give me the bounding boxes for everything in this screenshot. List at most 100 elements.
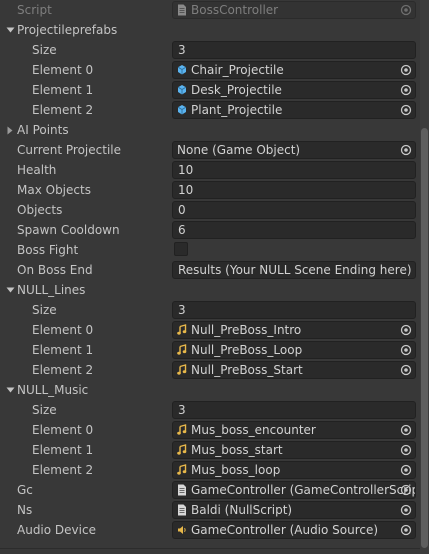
- script-file-icon: [177, 502, 189, 518]
- object-field-value: Baldi (NullScript): [191, 503, 293, 517]
- object-picker-icon[interactable]: [400, 324, 412, 336]
- projectile-prefabs-header[interactable]: Projectileprefabs: [0, 20, 420, 40]
- object-field[interactable]: Mus_boss_loop: [172, 461, 416, 479]
- object-field-value: Null_PreBoss_Loop: [191, 343, 303, 357]
- object-field[interactable]: Null_PreBoss_Intro: [172, 321, 416, 339]
- ns-row: Ns Baldi (NullScript): [0, 500, 420, 520]
- object-picker-icon[interactable]: [400, 144, 412, 156]
- objects-row: Objects 0: [0, 200, 420, 220]
- section-divider: [0, 548, 420, 549]
- gc-field[interactable]: GameController (GameControllerScript): [172, 481, 416, 499]
- object-field[interactable]: Plant_Projectile: [172, 101, 416, 119]
- object-picker-icon[interactable]: [400, 344, 412, 356]
- ai-points-label: AI Points: [17, 123, 69, 137]
- objects-input[interactable]: 0: [172, 201, 416, 219]
- ns-field[interactable]: Baldi (NullScript): [172, 501, 416, 519]
- object-field[interactable]: Null_PreBoss_Start: [172, 361, 416, 379]
- ai-points-header[interactable]: AI Points: [0, 120, 420, 140]
- null-lines-label: NULL_Lines: [17, 283, 86, 297]
- projectile-prefabs-size-row: Size 3: [0, 40, 420, 60]
- null-lines-element-2: Element 2 Null_PreBoss_Start: [0, 360, 420, 380]
- boss-fight-checkbox[interactable]: [174, 242, 188, 256]
- health-label: Health: [17, 163, 57, 177]
- null-music-size-input[interactable]: 3: [172, 401, 416, 419]
- vertical-scrollbar[interactable]: [420, 0, 429, 554]
- audio-device-row: Audio Device GameController (Audio Sourc…: [0, 520, 420, 540]
- object-field[interactable]: Chair_Projectile: [172, 61, 416, 79]
- object-picker-icon[interactable]: [400, 444, 412, 456]
- script-label: Script: [17, 3, 52, 17]
- object-field-value: Mus_boss_start: [191, 443, 283, 457]
- audio-device-label: Audio Device: [17, 523, 96, 537]
- object-picker-icon[interactable]: [400, 64, 412, 76]
- max-objects-row: Max Objects 10: [0, 180, 420, 200]
- health-input[interactable]: 10: [172, 161, 416, 179]
- spawn-cooldown-input[interactable]: 6: [172, 221, 416, 239]
- element-label: Element 2: [32, 103, 94, 117]
- speaker-icon: [177, 522, 189, 538]
- object-picker-icon[interactable]: [400, 104, 412, 116]
- projectile-prefabs-label: Projectileprefabs: [17, 23, 118, 37]
- foldout-expanded-icon[interactable]: [5, 380, 15, 400]
- audio-device-field[interactable]: GameController (Audio Source): [172, 521, 416, 539]
- script-file-icon: [177, 482, 189, 498]
- audio-clip-icon: [177, 462, 189, 478]
- object-field-value: Mus_boss_loop: [191, 463, 281, 477]
- max-objects-label: Max Objects: [17, 183, 91, 197]
- audio-clip-icon: [177, 442, 189, 458]
- prefab-cube-icon: [177, 62, 189, 78]
- projectile-prefabs-element-1: Element 1 Desk_Projectile: [0, 80, 420, 100]
- object-picker-icon[interactable]: [400, 424, 412, 436]
- element-label: Element 2: [32, 363, 94, 377]
- null-lines-size-input[interactable]: 3: [172, 301, 416, 319]
- object-field-value: GameController (Audio Source): [191, 523, 379, 537]
- null-music-element-0: Element 0 Mus_boss_encounter: [0, 420, 420, 440]
- audio-clip-icon: [177, 362, 189, 378]
- null-lines-size-row: Size 3: [0, 300, 420, 320]
- gc-row: Gc GameController (GameControllerScript): [0, 480, 420, 500]
- null-lines-header[interactable]: NULL_Lines: [0, 280, 420, 300]
- projectile-prefabs-element-0: Element 0 Chair_Projectile: [0, 60, 420, 80]
- boss-fight-row: Boss Fight: [0, 240, 420, 260]
- object-picker-icon[interactable]: [400, 484, 412, 496]
- health-row: Health 10: [0, 160, 420, 180]
- foldout-expanded-icon[interactable]: [5, 20, 15, 40]
- null-music-element-2: Element 2 Mus_boss_loop: [0, 460, 420, 480]
- foldout-collapsed-icon[interactable]: [5, 120, 15, 140]
- object-picker-icon[interactable]: [400, 524, 412, 536]
- max-objects-input[interactable]: 10: [172, 181, 416, 199]
- current-projectile-label: Current Projectile: [17, 143, 121, 157]
- scrollbar-thumb[interactable]: [421, 128, 428, 548]
- inspector-panel: Script BossController Projectileprefabs …: [0, 0, 420, 554]
- boss-fight-label: Boss Fight: [17, 243, 79, 257]
- size-label: Size: [32, 303, 57, 317]
- object-picker-icon[interactable]: [400, 464, 412, 476]
- audio-clip-icon: [177, 342, 189, 358]
- null-lines-element-1: Element 1 Null_PreBoss_Loop: [0, 340, 420, 360]
- object-field-value: Mus_boss_encounter: [191, 423, 316, 437]
- element-label: Element 0: [32, 63, 94, 77]
- current-projectile-field[interactable]: None (Game Object): [172, 141, 416, 159]
- object-picker-icon: [400, 4, 412, 16]
- object-field[interactable]: Desk_Projectile: [172, 81, 416, 99]
- script-row: Script BossController: [0, 0, 420, 20]
- size-label: Size: [32, 43, 57, 57]
- ns-label: Ns: [17, 503, 33, 517]
- null-music-label: NULL_Music: [17, 383, 89, 397]
- on-boss-end-input[interactable]: Results (Your NULL Scene Ending here): [172, 261, 416, 279]
- null-music-header[interactable]: NULL_Music: [0, 380, 420, 400]
- object-picker-icon[interactable]: [400, 364, 412, 376]
- objects-label: Objects: [17, 203, 63, 217]
- object-field[interactable]: Mus_boss_start: [172, 441, 416, 459]
- object-picker-icon[interactable]: [400, 84, 412, 96]
- element-label: Element 1: [32, 443, 94, 457]
- projectile-prefabs-element-2: Element 2 Plant_Projectile: [0, 100, 420, 120]
- foldout-expanded-icon[interactable]: [5, 280, 15, 300]
- object-field-value: Null_PreBoss_Start: [191, 363, 303, 377]
- projectile-prefabs-size-input[interactable]: 3: [172, 41, 416, 59]
- element-label: Element 2: [32, 463, 94, 477]
- object-field[interactable]: Mus_boss_encounter: [172, 421, 416, 439]
- object-field[interactable]: Null_PreBoss_Loop: [172, 341, 416, 359]
- element-label: Element 1: [32, 343, 94, 357]
- object-picker-icon[interactable]: [400, 504, 412, 516]
